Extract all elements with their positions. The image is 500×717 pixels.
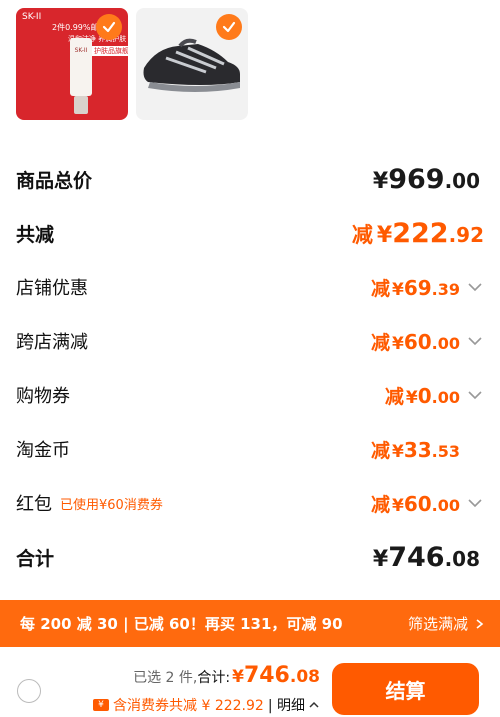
promo-text: 每 200 减 30 | 已减 60！再买 131，可减 90 bbox=[20, 615, 343, 633]
discount-text: 含消费券共减 ¥ 222.92 bbox=[113, 698, 264, 714]
redpacket-value[interactable]: 减 ¥60.00 bbox=[371, 490, 484, 517]
cross-store-value[interactable]: 减 ¥60.00 bbox=[371, 328, 484, 355]
total-reduce-label: 共减 bbox=[16, 223, 55, 246]
detail-toggle[interactable]: | 明细 bbox=[268, 695, 320, 715]
chevron-down-icon[interactable] bbox=[466, 494, 484, 512]
product-thumb-shoe[interactable] bbox=[136, 8, 248, 120]
product-thumb-sk2[interactable]: SK-II 2件0.99%邮 温和洁净 养润护肤 护肤品旗舰 110 SK-II bbox=[16, 8, 128, 120]
row-taojinbi: 淘金币 减 ¥33.53 bbox=[0, 422, 500, 476]
total-int: 746 bbox=[243, 663, 290, 688]
redpacket-used-note: 已使用¥60消费券 bbox=[60, 497, 163, 513]
taojinbi-value: 减 ¥33.53 bbox=[370, 437, 460, 462]
row-coupon[interactable]: 购物券 减 ¥0.00 bbox=[0, 368, 500, 422]
row-total-price: 商品总价 ¥969.00 bbox=[0, 152, 500, 206]
total-price-value: ¥969.00 bbox=[372, 163, 480, 195]
total-price-label: 商品总价 bbox=[16, 169, 93, 192]
chevron-down-icon[interactable] bbox=[466, 332, 484, 350]
coupon-icon: ¥ bbox=[93, 699, 110, 711]
price-summary: 商品总价 ¥969.00 共减 减 ¥222.92 店铺优惠 减 ¥69.39 跨店… bbox=[0, 152, 500, 584]
cross-store-label: 跨店满减 bbox=[16, 332, 88, 353]
redpacket-label: 红包 已使用¥60消费券 bbox=[16, 494, 163, 515]
shop-discount-value[interactable]: 减 ¥69.39 bbox=[371, 274, 484, 301]
total-dec: .08 bbox=[289, 667, 320, 687]
promo-bar: 每 200 减 30 | 已减 60！再买 131，可减 90 筛选满减 bbox=[0, 600, 500, 647]
row-shop-discount[interactable]: 店铺优惠 减 ¥69.39 bbox=[0, 260, 500, 314]
sum-label: 合计 bbox=[16, 547, 55, 570]
discount-line[interactable]: ¥ 含消费券共减 ¥ 222.92 | 明细 bbox=[93, 695, 320, 715]
row-total-reduce: 共减 减 ¥222.92 bbox=[0, 206, 500, 260]
total-label: 合计: bbox=[197, 670, 231, 686]
sum-value: ¥746.08 bbox=[372, 541, 480, 573]
chevron-up-icon bbox=[309, 701, 319, 708]
brand-logo: SK-II bbox=[22, 12, 42, 22]
row-sum: 合计 ¥746.08 bbox=[0, 530, 500, 584]
checkout-button[interactable]: 结算 bbox=[332, 663, 479, 715]
chevron-right-icon bbox=[476, 618, 484, 629]
row-cross-store[interactable]: 跨店满减 减 ¥60.00 bbox=[0, 314, 500, 368]
cleanser-tube-image: SK-II bbox=[70, 38, 92, 114]
filter-promo-link[interactable]: 筛选满减 bbox=[408, 613, 486, 634]
row-redpacket[interactable]: 红包 已使用¥60消费券 减 ¥60.00 bbox=[0, 476, 500, 530]
checkout-bar: 已选 2 件, 合计: ¥ 746 .08 ¥ 含消费券共减 ¥ 222.92 … bbox=[0, 647, 500, 717]
select-all-radio[interactable] bbox=[17, 679, 41, 703]
selected-products: SK-II 2件0.99%邮 温和洁净 养润护肤 护肤品旗舰 110 SK-II bbox=[16, 8, 248, 120]
total-reduce-value: 减 ¥222.92 bbox=[351, 217, 484, 249]
promo-tag: 2件0.99%邮 bbox=[52, 23, 99, 32]
total-currency: ¥ bbox=[232, 667, 244, 687]
coupon-value[interactable]: 减 ¥0.00 bbox=[385, 382, 484, 409]
checked-icon[interactable] bbox=[96, 14, 122, 40]
chevron-down-icon[interactable] bbox=[466, 386, 484, 404]
selected-count: 已选 2 件, bbox=[133, 670, 198, 686]
checked-icon[interactable] bbox=[216, 14, 242, 40]
chevron-down-icon[interactable] bbox=[466, 278, 484, 296]
shop-discount-label: 店铺优惠 bbox=[16, 278, 88, 299]
total-line: 已选 2 件, 合计: ¥ 746 .08 bbox=[133, 663, 320, 688]
coupon-label: 购物券 bbox=[16, 386, 70, 407]
svg-text:SK-II: SK-II bbox=[75, 47, 88, 54]
taojinbi-label: 淘金币 bbox=[16, 440, 70, 461]
